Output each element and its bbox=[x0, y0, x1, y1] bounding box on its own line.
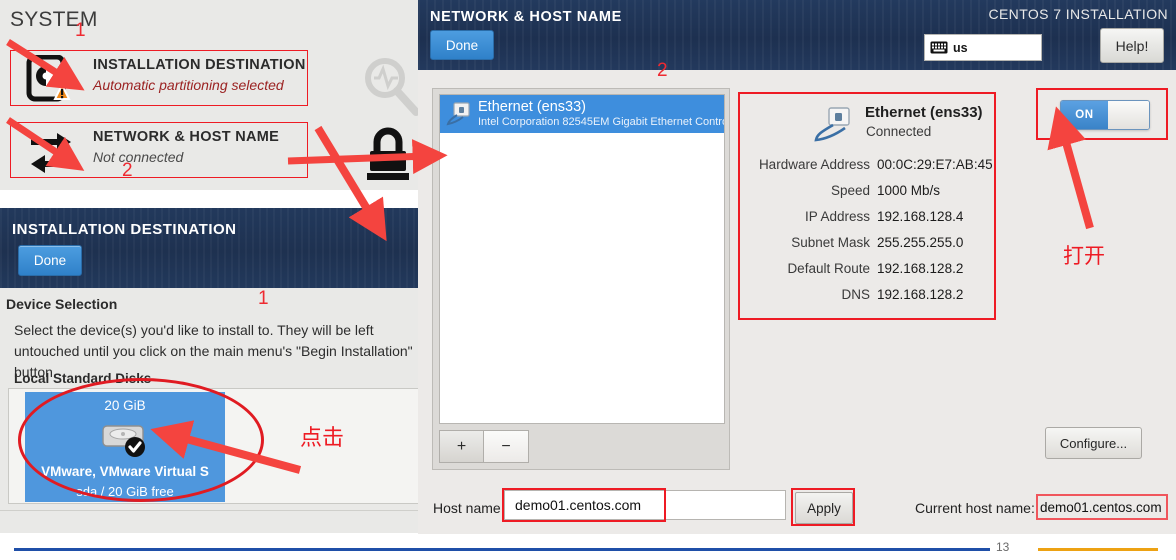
connection-text-group: Ethernet (ens33) Intel Corporation 82545… bbox=[478, 99, 725, 129]
destination-done-button[interactable]: Done bbox=[18, 245, 82, 276]
remove-connection-button[interactable]: − bbox=[484, 430, 529, 463]
list-item[interactable]: Ethernet (ens33) Intel Corporation 82545… bbox=[440, 95, 725, 133]
annotation-text-click: 点击 bbox=[300, 426, 345, 451]
detail-key: Subnet Mask bbox=[791, 235, 870, 250]
spoke-title: INSTALLATION DESTINATION bbox=[93, 57, 306, 73]
connection-list-buttons: + − bbox=[439, 430, 529, 463]
connection-list[interactable]: Ethernet (ens33) Intel Corporation 82545… bbox=[439, 94, 725, 424]
spoke-title: NETWORK & HOST NAME bbox=[93, 129, 280, 145]
annotation-box-hostname bbox=[502, 488, 666, 522]
detail-key: DNS bbox=[841, 287, 870, 302]
network-arrows-icon bbox=[25, 127, 77, 175]
hard-disk-warning-icon bbox=[25, 54, 77, 103]
network-done-button[interactable]: Done bbox=[430, 30, 494, 60]
connection-details-panel: Ethernet (ens33) Connected Hardware Addr… bbox=[738, 92, 996, 320]
detail-value: 1000 Mb/s bbox=[877, 183, 941, 198]
destination-title: INSTALLATION DESTINATION bbox=[12, 221, 237, 238]
current-hostname-label: Current host name: bbox=[915, 500, 1035, 516]
system-spoke-panel: SYSTEM INSTALLATION DESTINATION Automati… bbox=[0, 0, 420, 190]
sidebar-item-installation-destination[interactable]: INSTALLATION DESTINATION Automatic parti… bbox=[10, 50, 308, 106]
detail-value: 255.255.255.0 bbox=[877, 235, 964, 250]
detail-key: Default Route bbox=[787, 261, 870, 276]
detail-row: DNS 192.168.128.2 bbox=[740, 287, 992, 313]
page-number: 13 bbox=[996, 540, 1010, 554]
connection-description: Intel Corporation 82545EM Gigabit Ethern… bbox=[478, 116, 725, 128]
details-connection-state: Connected bbox=[866, 124, 932, 139]
detail-row: Hardware Address 00:0C:29:E7:AB:45 bbox=[740, 157, 993, 183]
spoke-status: Automatic partitioning selected bbox=[93, 77, 284, 93]
connection-panel: Ethernet (ens33) Intel Corporation 82545… bbox=[432, 88, 730, 470]
ethernet-plug-icon bbox=[446, 102, 472, 126]
spoke-text-group: INSTALLATION DESTINATION Automatic parti… bbox=[93, 57, 306, 93]
annotation-box-apply bbox=[791, 488, 855, 526]
detail-value: 192.168.128.2 bbox=[877, 287, 964, 302]
connection-on-off-toggle[interactable]: ON bbox=[1060, 100, 1150, 130]
detail-row: Speed 1000 Mb/s bbox=[740, 183, 992, 209]
divider bbox=[0, 510, 418, 511]
detail-key: IP Address bbox=[804, 209, 870, 224]
toggle-track-off bbox=[1108, 101, 1149, 129]
keyboard-layout-indicator[interactable]: us bbox=[924, 34, 1042, 61]
connection-name: Ethernet (ens33) bbox=[478, 99, 587, 115]
detail-value: 00:0C:29:E7:AB:45 bbox=[877, 157, 993, 172]
annotation-box-toggle: ON bbox=[1036, 88, 1168, 140]
product-label: CENTOS 7 INSTALLATION bbox=[988, 6, 1168, 22]
magnifier-icon bbox=[358, 52, 424, 118]
annotation-box-current-hostname bbox=[1036, 494, 1168, 520]
add-connection-button[interactable]: + bbox=[439, 430, 484, 463]
network-window-title: NETWORK & HOST NAME bbox=[430, 9, 622, 25]
keyboard-icon bbox=[930, 41, 948, 54]
hostname-label: Host name: bbox=[433, 500, 505, 516]
annotation-ellipse-disk bbox=[18, 378, 264, 502]
keyboard-layout-value: us bbox=[953, 40, 968, 55]
detail-value: 192.168.128.4 bbox=[877, 209, 964, 224]
detail-row: Subnet Mask 255.255.255.0 bbox=[740, 235, 992, 261]
padlock-icon bbox=[362, 125, 414, 183]
detail-value: 192.168.128.2 bbox=[877, 261, 964, 276]
slide-footer: 13 bbox=[0, 534, 1176, 560]
configure-button[interactable]: Configure... bbox=[1045, 427, 1142, 459]
footer-primary-line bbox=[14, 548, 990, 551]
annotation-number-network: 2 bbox=[657, 60, 668, 81]
sidebar-item-network-host-name[interactable]: NETWORK & HOST NAME Not connected bbox=[10, 122, 308, 178]
toggle-on-label: ON bbox=[1061, 101, 1108, 129]
annotation-text-turn-on: 打开 bbox=[1063, 244, 1105, 268]
help-button[interactable]: Help! bbox=[1100, 28, 1164, 63]
detail-row: Default Route 192.168.128.2 bbox=[740, 261, 992, 287]
spoke-text-group: NETWORK & HOST NAME Not connected bbox=[93, 129, 279, 165]
footer-accent-line bbox=[1038, 548, 1158, 551]
annotation-number-1: 1 bbox=[75, 20, 86, 41]
device-selection-heading: Device Selection bbox=[6, 296, 118, 312]
ethernet-plug-icon bbox=[813, 106, 859, 146]
annotation-number-2: 2 bbox=[122, 160, 133, 181]
detail-key: Hardware Address bbox=[758, 157, 870, 172]
detail-row: IP Address 192.168.128.4 bbox=[740, 209, 992, 235]
detail-key: Speed bbox=[830, 183, 870, 198]
details-connection-name: Ethernet (ens33) bbox=[865, 104, 983, 121]
spoke-status: Not connected bbox=[93, 149, 184, 165]
annotation-number-dest: 1 bbox=[258, 288, 269, 309]
